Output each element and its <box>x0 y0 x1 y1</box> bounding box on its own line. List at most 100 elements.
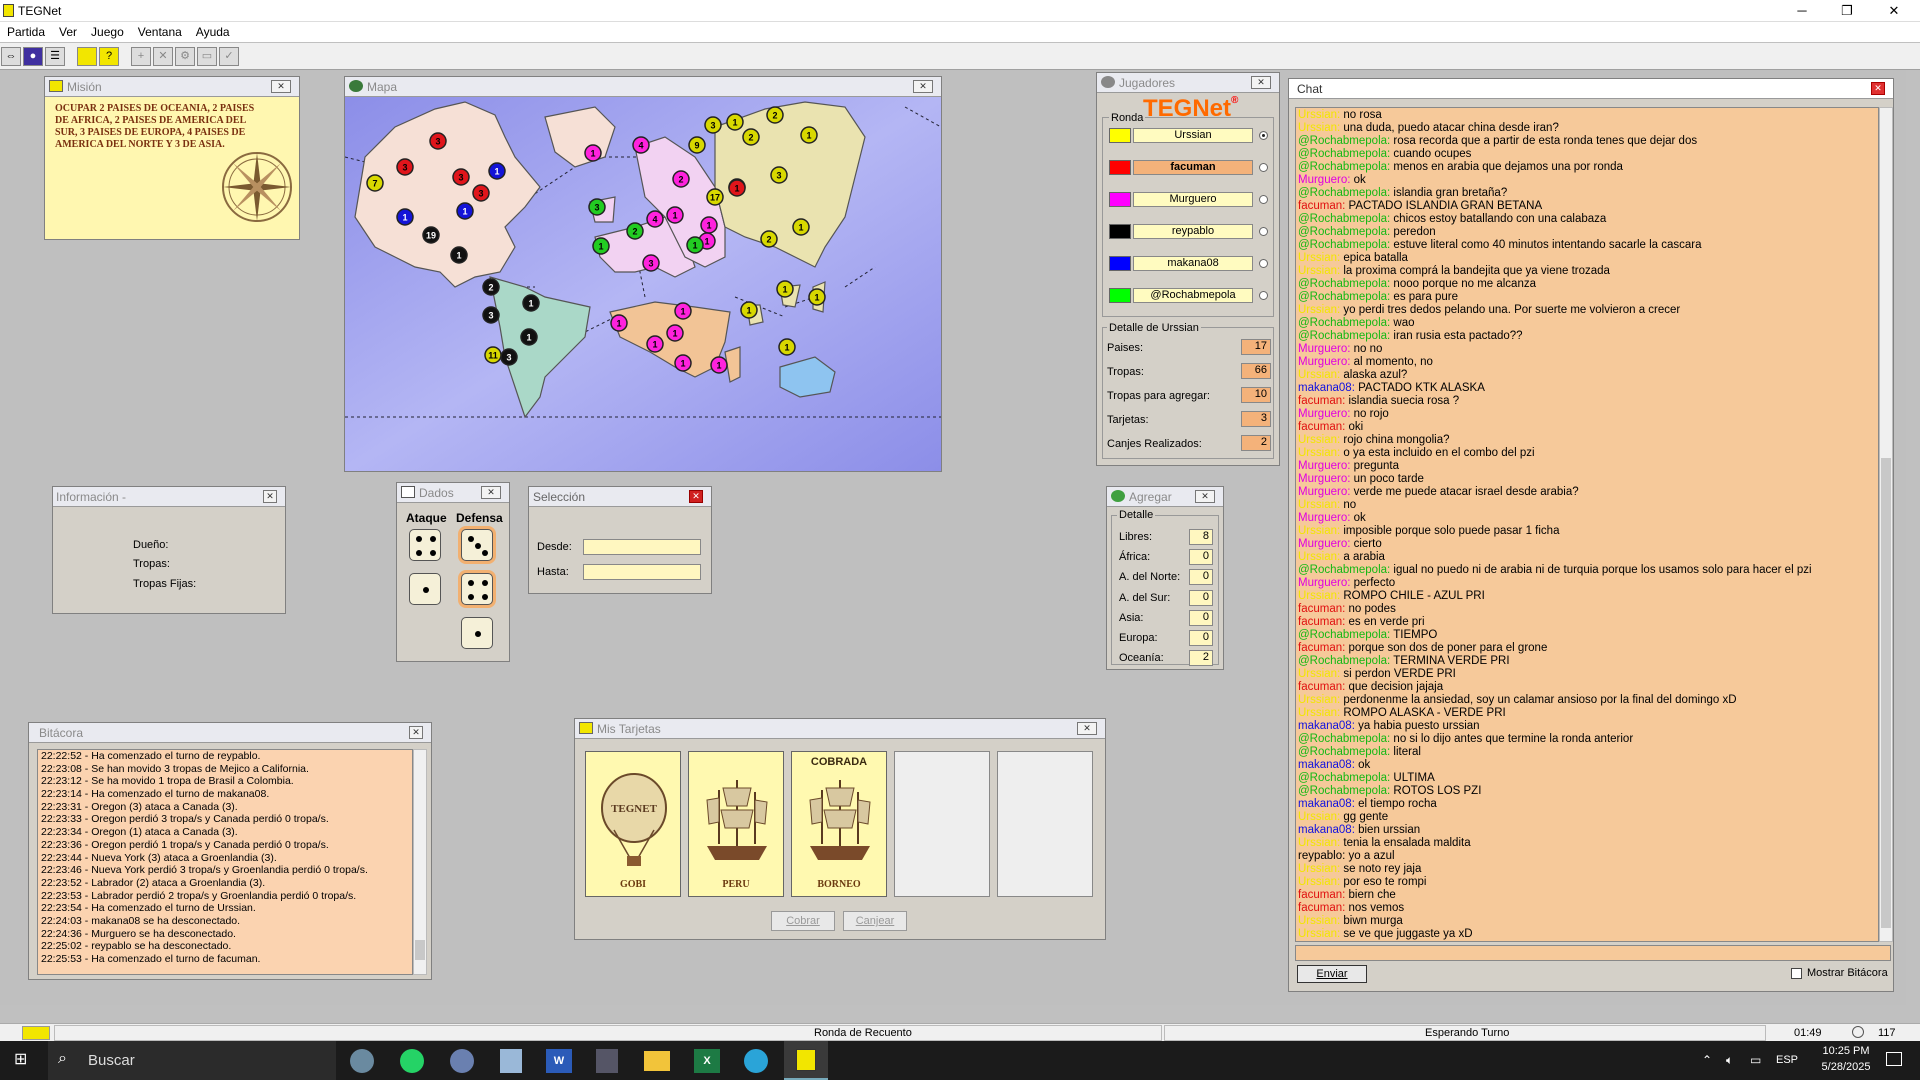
army-token[interactable]: 11 <box>484 346 502 364</box>
army-token[interactable]: 1 <box>808 288 826 306</box>
end-turn-icon[interactable]: ✓ <box>219 47 239 66</box>
language-indicator[interactable]: ESP <box>1776 1054 1798 1066</box>
calculator-icon[interactable] <box>596 1049 618 1073</box>
army-token[interactable]: 2 <box>672 170 690 188</box>
menu-ver[interactable]: Ver <box>52 22 84 39</box>
add-close-button[interactable]: ✕ <box>1195 490 1215 503</box>
add-row-value[interactable]: 0 <box>1189 549 1213 566</box>
list-icon[interactable]: ☰ <box>45 47 65 66</box>
edge-icon[interactable] <box>744 1049 768 1073</box>
from-field[interactable] <box>583 539 701 555</box>
selection-close-button[interactable]: ✕ <box>689 490 703 503</box>
add-row-value[interactable]: 0 <box>1189 630 1213 646</box>
whatsapp-icon[interactable] <box>400 1049 424 1073</box>
close-button[interactable]: ✕ <box>1874 2 1914 20</box>
army-token[interactable]: 1 <box>450 246 468 264</box>
trade-button[interactable]: Canjear <box>843 911 907 931</box>
card-slot[interactable] <box>997 751 1093 897</box>
army-token[interactable]: 3 <box>472 184 490 202</box>
network-app-icon[interactable] <box>450 1049 474 1073</box>
player-row[interactable]: @Rochabmepola <box>1109 287 1268 305</box>
excel-icon[interactable]: X <box>694 1049 720 1073</box>
menu-ventana[interactable]: Ventana <box>131 22 189 39</box>
cards-close-button[interactable]: ✕ <box>1077 722 1097 735</box>
card-slot[interactable] <box>894 751 990 897</box>
log-close-button[interactable]: ✕ <box>409 726 423 739</box>
start-windows-icon[interactable]: ⊞ <box>14 1051 32 1069</box>
player-row[interactable]: makana08 <box>1109 255 1268 273</box>
player-radio[interactable] <box>1259 195 1268 204</box>
volume-icon[interactable]: 🔈︎ <box>1726 1053 1733 1068</box>
mission-icon[interactable] <box>77 47 97 66</box>
search-box[interactable]: ⌕ Buscar <box>48 1041 336 1080</box>
clock-time[interactable]: 10:25 PM <box>1816 1045 1876 1057</box>
log-scrollbar[interactable] <box>413 749 427 975</box>
army-token[interactable]: 1 <box>740 301 758 319</box>
army-token[interactable]: 3 <box>704 116 722 134</box>
army-token[interactable]: 1 <box>666 324 684 342</box>
army-token[interactable]: 1 <box>800 126 818 144</box>
players-close-button[interactable]: ✕ <box>1251 76 1271 89</box>
player-row[interactable]: Urssian <box>1109 127 1268 145</box>
card-slot[interactable]: PERU <box>688 751 784 897</box>
army-token[interactable]: 2 <box>742 128 760 146</box>
player-row[interactable]: reypablo <box>1109 223 1268 241</box>
army-token[interactable]: 1 <box>396 208 414 226</box>
chat-input[interactable] <box>1295 945 1891 961</box>
send-button[interactable]: Enviar <box>1297 965 1367 983</box>
army-token[interactable]: 9 <box>688 136 706 154</box>
army-token[interactable]: 1 <box>710 356 728 374</box>
cards-icon[interactable]: ? <box>99 47 119 66</box>
army-token[interactable]: 2 <box>482 278 500 296</box>
collect-button[interactable]: Cobrar <box>771 911 835 931</box>
map-close-button[interactable]: ✕ <box>913 80 933 93</box>
army-token[interactable]: 1 <box>522 294 540 312</box>
army-token[interactable]: 3 <box>588 198 606 216</box>
maximize-button[interactable]: ❐ <box>1827 2 1867 20</box>
army-token[interactable]: 3 <box>452 168 470 186</box>
army-token[interactable]: 19 <box>422 226 440 244</box>
add-row-value[interactable]: 8 <box>1189 529 1213 545</box>
menu-juego[interactable]: Juego <box>84 22 131 39</box>
menu-partida[interactable]: Partida <box>0 22 52 39</box>
army-token[interactable]: 1 <box>646 335 664 353</box>
player-radio[interactable] <box>1259 259 1268 268</box>
info-close-button[interactable]: ✕ <box>263 490 277 503</box>
player-radio[interactable] <box>1259 291 1268 300</box>
add-row-value[interactable]: 0 <box>1189 589 1213 606</box>
log-scroll-thumb[interactable] <box>415 940 425 960</box>
army-token[interactable]: 1 <box>488 162 506 180</box>
army-token[interactable]: 3 <box>482 306 500 324</box>
army-token[interactable]: 2 <box>766 106 784 124</box>
army-token[interactable]: 17 <box>706 188 724 206</box>
menu-ayuda[interactable]: Ayuda <box>189 22 237 39</box>
army-token[interactable]: 3 <box>500 348 518 366</box>
attack-icon[interactable]: ✕ <box>153 47 173 66</box>
dice-icon[interactable]: ● <box>23 47 43 66</box>
add-row-value[interactable]: 0 <box>1189 569 1213 586</box>
army-token[interactable]: 1 <box>700 216 718 234</box>
army-token[interactable]: 1 <box>610 314 628 332</box>
army-token[interactable]: 1 <box>728 179 746 197</box>
army-token[interactable]: 1 <box>726 113 744 131</box>
weather-app-icon[interactable] <box>350 1049 374 1073</box>
chat-scrollbar[interactable] <box>1879 107 1893 942</box>
add-icon[interactable]: + <box>131 47 151 66</box>
army-token[interactable]: 1 <box>666 206 684 224</box>
army-token[interactable]: 1 <box>674 302 692 320</box>
player-row[interactable]: Murguero <box>1109 191 1268 209</box>
army-token[interactable]: 3 <box>396 158 414 176</box>
army-token[interactable]: 3 <box>642 254 660 272</box>
add-row-value[interactable]: 0 <box>1189 609 1213 626</box>
world-map[interactable]: 3333711119121313111424111332113129211171… <box>345 97 941 471</box>
tegnet-taskbar-button[interactable] <box>784 1041 828 1080</box>
to-field[interactable] <box>583 564 701 580</box>
army-token[interactable]: 1 <box>686 236 704 254</box>
word-icon[interactable]: W <box>546 1049 572 1073</box>
army-token[interactable]: 2 <box>760 230 778 248</box>
army-token[interactable]: 4 <box>632 136 650 154</box>
minimize-button[interactable]: ─ <box>1782 2 1822 20</box>
regroup-icon[interactable]: ⚙ <box>175 47 195 66</box>
army-token[interactable]: 1 <box>520 328 538 346</box>
army-token[interactable]: 3 <box>770 166 788 184</box>
